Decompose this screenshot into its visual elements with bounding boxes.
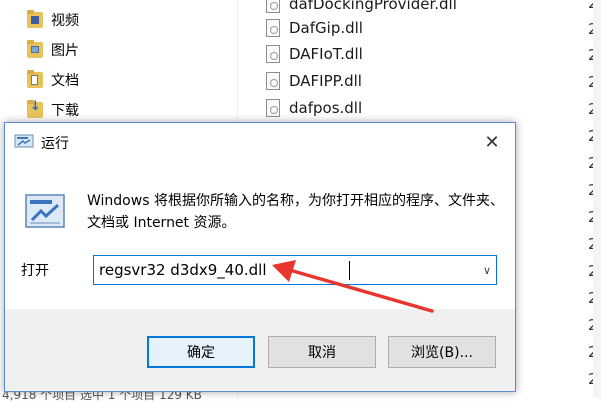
run-dialog: 运行 ✕ Windows 将根据你所输入的名称，为你打开相应的程序、文件夹、文档…	[4, 122, 516, 392]
downloads-folder-icon	[27, 99, 43, 118]
run-app-icon	[14, 134, 34, 148]
ok-button[interactable]: 确定	[147, 336, 255, 368]
close-button[interactable]: ✕	[470, 125, 514, 159]
file-row[interactable]: DafGip.dll	[266, 16, 363, 40]
nav-item-label: 下载	[51, 103, 79, 119]
cancel-button[interactable]: 取消	[268, 336, 376, 368]
vertical-scrollbar[interactable]	[593, 0, 601, 398]
nav-item-label: 图片	[51, 43, 79, 59]
file-row[interactable]: DAFIoT.dll	[266, 42, 363, 66]
file-row[interactable]: dafDockingProvider.dll	[266, 0, 457, 16]
dialog-description: Windows 将根据你所输入的名称，为你打开相应的程序、文件夹、文档或 Int…	[87, 193, 504, 231]
open-input[interactable]: regsvr32 d3dx9_40.dll	[99, 261, 267, 279]
nav-item-downloads[interactable]: 下载	[27, 99, 79, 121]
dialog-title-bar[interactable]: 运行 ✕	[5, 123, 515, 161]
file-name: DAFIoT.dll	[289, 45, 363, 63]
file-name: dafDockingProvider.dll	[289, 0, 457, 13]
dll-file-icon	[266, 99, 280, 117]
nav-item-videos[interactable]: 视频	[27, 9, 79, 31]
file-name: dafpos.dll	[289, 99, 363, 117]
run-program-icon	[25, 194, 65, 228]
dll-file-icon	[266, 19, 280, 37]
chevron-down-icon[interactable]: ∨	[478, 258, 496, 282]
nav-item-label: 视频	[51, 13, 79, 29]
dll-file-icon	[266, 72, 280, 90]
file-name: DafGip.dll	[289, 19, 363, 37]
dialog-body: Windows 将根据你所输入的名称，为你打开相应的程序、文件夹、文档或 Int…	[5, 161, 515, 309]
nav-item-label: 文档	[51, 73, 79, 89]
open-label: 打开	[21, 263, 49, 279]
file-row[interactable]: dafpos.dll	[266, 96, 362, 120]
nav-item-documents[interactable]: 文档	[27, 69, 79, 91]
documents-folder-icon	[27, 70, 43, 88]
video-folder-icon	[27, 10, 43, 28]
file-name: DAFIPP.dll	[289, 72, 362, 90]
dll-file-icon	[266, 45, 280, 63]
browse-button[interactable]: 浏览(B)...	[388, 336, 496, 368]
dll-file-icon	[266, 0, 280, 13]
dialog-title: 运行	[41, 136, 69, 152]
open-combobox[interactable]: regsvr32 d3dx9_40.dll ∨	[93, 255, 497, 285]
file-row[interactable]: DAFIPP.dll	[266, 69, 362, 93]
text-caret	[349, 261, 350, 280]
pictures-folder-icon	[27, 40, 43, 58]
close-icon: ✕	[484, 131, 500, 153]
nav-item-pictures[interactable]: 图片	[27, 39, 79, 61]
